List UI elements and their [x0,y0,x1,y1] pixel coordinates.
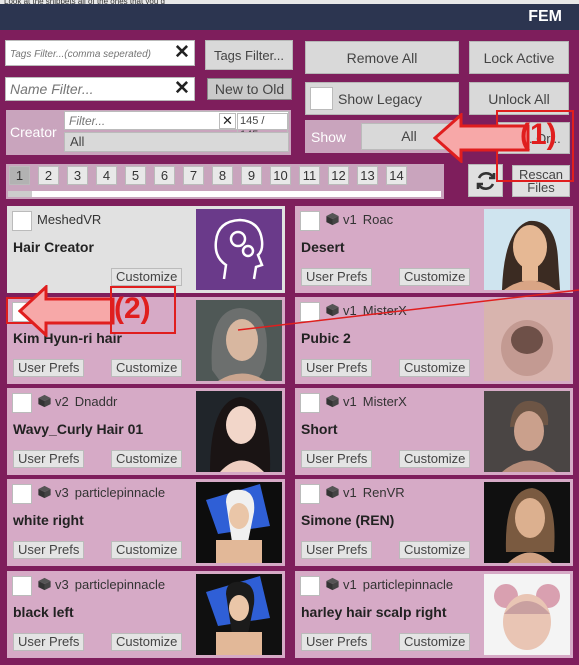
app-root: Look at the snippets all of the ones tha… [0,0,579,665]
annotation-pointer-line [237,289,579,331]
